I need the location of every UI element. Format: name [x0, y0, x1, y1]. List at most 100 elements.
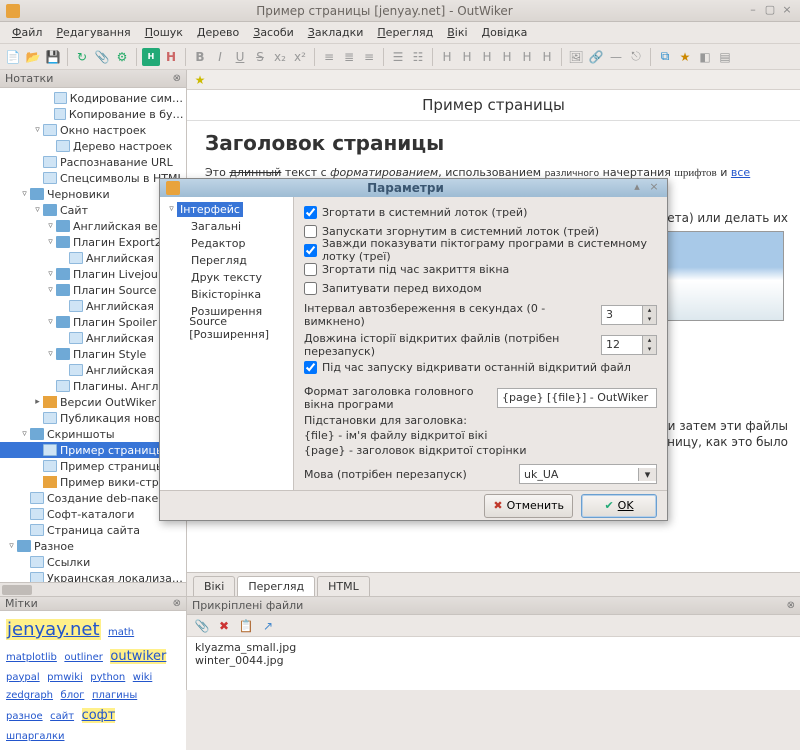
close-button[interactable]: ×	[780, 4, 794, 18]
tag-link[interactable]: pmwiki	[47, 672, 83, 683]
tree-item[interactable]: Украинская локализаци	[0, 570, 186, 582]
sub-icon[interactable]: x₂	[271, 48, 289, 66]
attach-add-icon[interactable]: 📎	[193, 617, 211, 635]
category-item[interactable]: Редактор	[162, 235, 291, 252]
pin-icon[interactable]: ⊗	[173, 598, 181, 609]
category-item[interactable]: Друк тексту	[162, 269, 291, 286]
tag-link[interactable]: разное	[6, 711, 43, 722]
menu-Пошук[interactable]: Пошук	[139, 24, 189, 41]
dialog-titlebar[interactable]: Параметри ▴ ×	[160, 179, 667, 197]
option-checkbox[interactable]	[304, 225, 317, 238]
option-checkbox[interactable]	[304, 263, 317, 276]
attachments-list[interactable]: klyazma_small.jpgwinter_0044.jpg	[187, 637, 800, 690]
tag-link[interactable]: блог	[61, 690, 85, 701]
bold-icon[interactable]: B	[191, 48, 209, 66]
category-item[interactable]: Загальні	[162, 218, 291, 235]
option-checkbox[interactable]	[304, 282, 317, 295]
tree-item[interactable]: ▿Разное	[0, 538, 186, 554]
category-item[interactable]: ▿Інтерфейс	[162, 201, 291, 218]
numlist-icon[interactable]: ☷	[409, 48, 427, 66]
attachment-item[interactable]: winter_0044.jpg	[195, 654, 792, 667]
attach-open-icon[interactable]: ↗	[259, 617, 277, 635]
dialog-close-button[interactable]: ×	[647, 181, 661, 195]
tag-link[interactable]: шпаргалки	[6, 731, 64, 742]
menu-Дерево[interactable]: Дерево	[191, 24, 245, 41]
pin-icon[interactable]: ⊗	[173, 73, 181, 84]
tag-link[interactable]: wiki	[133, 672, 153, 683]
autosave-spinner[interactable]: 3▴▾	[601, 305, 657, 325]
h3-icon[interactable]: H	[478, 48, 496, 66]
open-icon[interactable]: 📂	[24, 48, 42, 66]
style-icon[interactable]: ◧	[696, 48, 714, 66]
menu-Закладки[interactable]: Закладки	[302, 24, 370, 41]
attach-paste-icon[interactable]: 📋	[237, 617, 255, 635]
heading-icon[interactable]: H	[162, 48, 180, 66]
tag-link[interactable]: jenyay.net	[6, 619, 101, 640]
tab-Вікі[interactable]: Вікі	[193, 576, 235, 596]
attach-delete-icon[interactable]: ✖	[215, 617, 233, 635]
tag-link[interactable]: math	[108, 627, 134, 638]
tag-link[interactable]: сайт	[50, 711, 74, 722]
tree-item[interactable]: Страница сайта	[0, 522, 186, 538]
new-icon[interactable]: 📄	[4, 48, 22, 66]
maximize-button[interactable]: ▢	[763, 4, 777, 18]
html-icon[interactable]: H	[142, 48, 160, 66]
tag-link[interactable]: плагины	[92, 690, 137, 701]
tree-item[interactable]: Копирование в буфер из	[0, 106, 186, 122]
tag-link[interactable]: outliner	[64, 652, 103, 663]
tag-link[interactable]: outwiker	[110, 649, 166, 664]
list-icon[interactable]: ☰	[389, 48, 407, 66]
image-icon[interactable]: 🖼	[567, 48, 585, 66]
menu-Редагування[interactable]: Редагування	[50, 24, 136, 41]
refresh-icon[interactable]: ↻	[73, 48, 91, 66]
tree-scrollbar[interactable]	[0, 582, 186, 596]
h4-icon[interactable]: H	[498, 48, 516, 66]
escape-icon[interactable]: ⎋	[627, 48, 645, 66]
sup-icon[interactable]: x²	[291, 48, 309, 66]
menu-Довідка[interactable]: Довідка	[476, 24, 534, 41]
option-checkbox[interactable]	[304, 206, 317, 219]
h6-icon[interactable]: H	[538, 48, 556, 66]
tree-item[interactable]: ▿Окно настроек	[0, 122, 186, 138]
star-icon[interactable]: ★	[191, 71, 209, 89]
globe-icon[interactable]: ⚙	[113, 48, 131, 66]
ok-button[interactable]: ✔OK	[581, 494, 657, 518]
menu-Файл[interactable]: Файл	[6, 24, 48, 41]
tag-link[interactable]: paypal	[6, 672, 40, 683]
option-checkbox[interactable]	[304, 244, 317, 257]
h1-icon[interactable]: H	[438, 48, 456, 66]
hr-icon[interactable]: —	[607, 48, 625, 66]
h2-icon[interactable]: H	[458, 48, 476, 66]
pin-icon[interactable]: ⊗	[787, 600, 795, 611]
tag-link[interactable]: софт	[82, 708, 116, 723]
cancel-button[interactable]: ✖Отменить	[484, 494, 573, 518]
menu-Засоби[interactable]: Засоби	[247, 24, 300, 41]
attachment-item[interactable]: klyazma_small.jpg	[195, 641, 792, 654]
align-center-icon[interactable]: ≣	[340, 48, 358, 66]
minimize-button[interactable]: –	[746, 4, 760, 18]
tree-item[interactable]: Кодирование символов	[0, 90, 186, 106]
category-item[interactable]: Перегляд	[162, 252, 291, 269]
lang-combo[interactable]: uk_UA▾	[519, 464, 657, 484]
underline-icon[interactable]: U	[231, 48, 249, 66]
open-last-checkbox[interactable]	[304, 361, 317, 374]
history-spinner[interactable]: 12▴▾	[601, 335, 657, 355]
dialog-categories[interactable]: ▿ІнтерфейсЗагальніРедакторПереглядДрук т…	[160, 197, 294, 491]
align-right-icon[interactable]: ≡	[360, 48, 378, 66]
tag-link[interactable]: python	[90, 672, 125, 683]
tab-HTML[interactable]: HTML	[317, 576, 370, 596]
category-item[interactable]: Source [Розширення]	[162, 320, 291, 337]
titlefmt-input[interactable]: {page} [{file}] - OutWiker	[497, 388, 657, 408]
tree-item[interactable]: Распознавание URL	[0, 154, 186, 170]
tag-link[interactable]: matplotlib	[6, 652, 57, 663]
menu-Перегляд[interactable]: Перегляд	[371, 24, 439, 41]
tree-item[interactable]: Дерево настроек	[0, 138, 186, 154]
h5-icon[interactable]: H	[518, 48, 536, 66]
attach-icon[interactable]: 📎	[93, 48, 111, 66]
tab-Перегляд[interactable]: Перегляд	[237, 576, 315, 596]
tag-link[interactable]: zedgraph	[6, 690, 53, 701]
italic-icon[interactable]: I	[211, 48, 229, 66]
menu-Вікі[interactable]: Вікі	[441, 24, 473, 41]
save-icon[interactable]: 💾	[44, 48, 62, 66]
dialog-rollup-button[interactable]: ▴	[630, 181, 644, 195]
